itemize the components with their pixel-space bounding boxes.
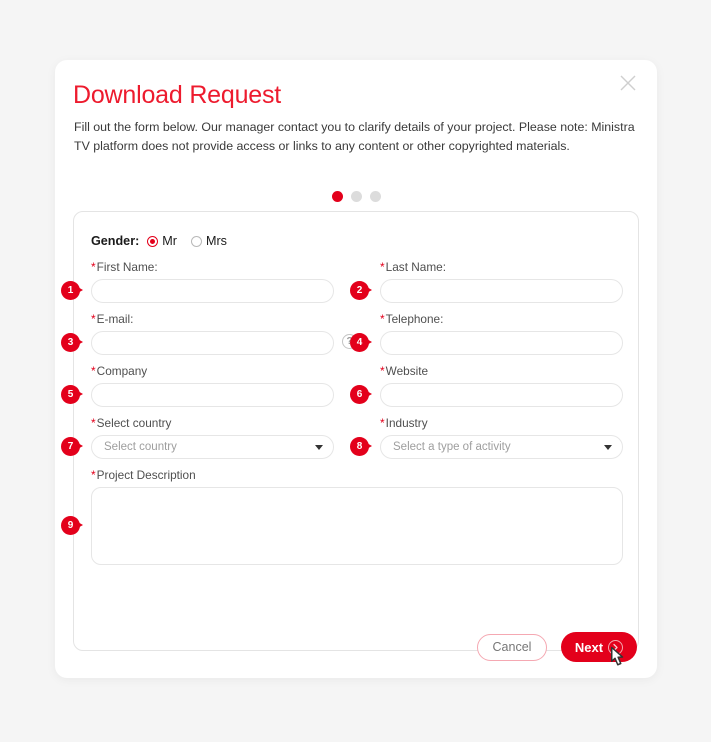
field-website: *Website 6 bbox=[350, 364, 623, 407]
field-industry: *Industry 8 bbox=[350, 416, 623, 459]
required-marker: * bbox=[380, 416, 385, 430]
step-dot-1[interactable] bbox=[331, 191, 343, 202]
description-label-text: Project Description bbox=[96, 468, 196, 482]
description-label: *Project Description bbox=[91, 468, 623, 483]
required-marker: * bbox=[91, 468, 96, 482]
required-marker: * bbox=[91, 364, 96, 378]
callout-badge-1: 1 bbox=[61, 281, 83, 300]
callout-badge-5: 5 bbox=[61, 385, 83, 404]
form-fields: *First Name: 1 *Last Name: 2 *E-mail: 3 bbox=[61, 260, 623, 579]
step-dot-2[interactable] bbox=[350, 191, 362, 202]
callout-badge-9: 9 bbox=[61, 516, 83, 535]
email-label-text: E-mail: bbox=[96, 312, 134, 326]
country-select-wrap bbox=[91, 435, 334, 459]
required-marker: * bbox=[91, 416, 96, 430]
radio-mrs-label: Mrs bbox=[205, 234, 227, 248]
gender-row: Gender: Mr Mrs bbox=[91, 234, 241, 248]
field-row-contact: *E-mail: 3 ? *Telephone: 4 bbox=[61, 312, 623, 355]
telephone-label-text: Telephone: bbox=[385, 312, 444, 326]
telephone-label: *Telephone: bbox=[380, 312, 623, 327]
form-panel: Gender: Mr Mrs *First Name: 1 *Last Name… bbox=[61, 211, 639, 651]
download-request-modal: Download Request Fill out the form below… bbox=[55, 60, 657, 678]
required-marker: * bbox=[380, 312, 385, 326]
last-name-label-text: Last Name: bbox=[385, 260, 446, 274]
next-button-label: Next bbox=[574, 639, 604, 655]
industry-select[interactable] bbox=[380, 435, 623, 459]
next-button[interactable]: Next bbox=[561, 632, 637, 666]
field-description: *Project Description 9 bbox=[61, 468, 623, 570]
website-label: *Website bbox=[380, 364, 623, 379]
callout-badge-8: 8 bbox=[350, 437, 372, 456]
cancel-button[interactable]: Cancel bbox=[477, 633, 547, 661]
last-name-label: *Last Name: bbox=[380, 260, 623, 275]
gender-label: Gender: bbox=[91, 234, 140, 248]
email-label: *E-mail: bbox=[91, 312, 334, 327]
radio-option-mr[interactable]: Mr bbox=[147, 234, 177, 248]
field-company: *Company 5 bbox=[61, 364, 334, 407]
callout-badge-6: 6 bbox=[350, 385, 372, 404]
company-input[interactable] bbox=[91, 383, 334, 407]
field-telephone: *Telephone: 4 bbox=[350, 312, 623, 355]
last-name-input[interactable] bbox=[380, 279, 623, 303]
field-last-name: *Last Name: 2 bbox=[350, 260, 623, 303]
field-country: *Select country 7 bbox=[61, 416, 334, 459]
callout-badge-3: 3 bbox=[61, 333, 83, 352]
field-row-name: *First Name: 1 *Last Name: 2 bbox=[61, 260, 623, 303]
company-label-text: Company bbox=[96, 364, 148, 378]
required-marker: * bbox=[380, 260, 385, 274]
telephone-input[interactable] bbox=[380, 331, 623, 355]
radio-mr-label: Mr bbox=[162, 234, 177, 248]
website-input[interactable] bbox=[380, 383, 623, 407]
first-name-input[interactable] bbox=[91, 279, 334, 303]
industry-select-wrap bbox=[380, 435, 623, 459]
country-select[interactable] bbox=[91, 435, 334, 459]
screen: Download Request Fill out the form below… bbox=[0, 0, 711, 742]
country-label: *Select country bbox=[91, 416, 334, 431]
field-first-name: *First Name: 1 bbox=[61, 260, 334, 303]
field-row-select: *Select country 7 *Industry 8 bbox=[61, 416, 623, 459]
website-label-text: Website bbox=[385, 364, 429, 378]
industry-label-text: Industry bbox=[385, 416, 428, 430]
industry-label: *Industry bbox=[380, 416, 623, 431]
field-row-company: *Company 5 *Website 6 bbox=[61, 364, 623, 407]
radio-mrs-icon[interactable] bbox=[190, 235, 202, 247]
company-label: *Company bbox=[91, 364, 334, 379]
step-indicator bbox=[55, 191, 657, 202]
required-marker: * bbox=[91, 312, 96, 326]
email-input[interactable] bbox=[91, 331, 334, 355]
callout-badge-7: 7 bbox=[61, 437, 83, 456]
required-marker: * bbox=[91, 260, 96, 274]
radio-mr-icon[interactable] bbox=[147, 235, 159, 247]
chevron-right-icon bbox=[608, 639, 624, 655]
page-title: Download Request bbox=[73, 81, 282, 109]
field-row-description: *Project Description 9 bbox=[61, 468, 623, 570]
close-icon[interactable] bbox=[615, 70, 641, 96]
callout-badge-4: 4 bbox=[350, 333, 372, 352]
modal-subtitle: Fill out the form below. Our manager con… bbox=[74, 120, 635, 153]
description-textarea[interactable] bbox=[91, 487, 623, 565]
callout-badge-2: 2 bbox=[350, 281, 372, 300]
radio-option-mrs[interactable]: Mrs bbox=[190, 234, 227, 248]
country-label-text: Select country bbox=[96, 416, 172, 430]
required-marker: * bbox=[380, 364, 385, 378]
first-name-label: *First Name: bbox=[91, 260, 334, 275]
modal-actions: Cancel Next bbox=[477, 632, 637, 666]
step-dot-3[interactable] bbox=[369, 191, 381, 202]
first-name-label-text: First Name: bbox=[96, 260, 158, 274]
field-email: *E-mail: 3 ? bbox=[61, 312, 357, 355]
